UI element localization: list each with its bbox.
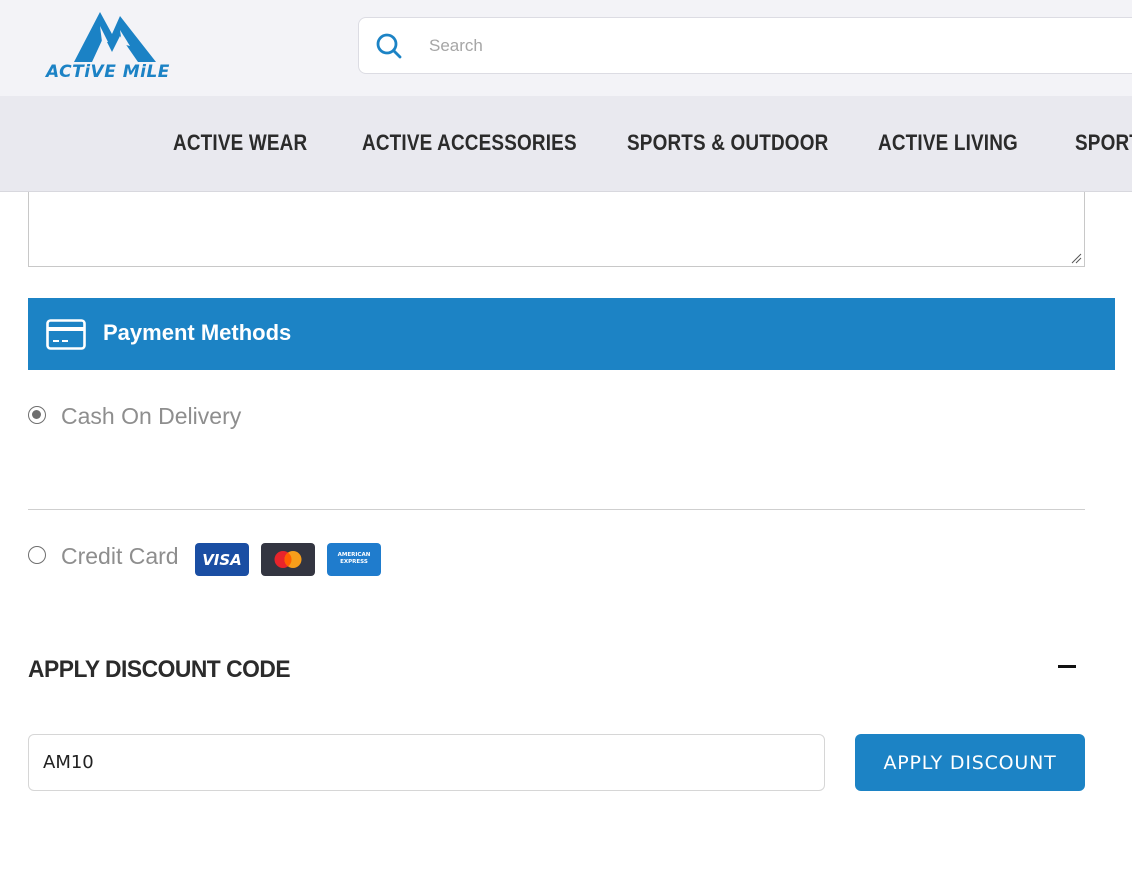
order-notes-textarea[interactable] [28, 192, 1085, 267]
nav-item-sports-outdoor[interactable]: SPORTS & OUTDOOR [627, 130, 828, 156]
payment-divider [28, 509, 1085, 510]
nav-item-sports[interactable]: SPORTS [1075, 130, 1132, 156]
credit-card-label[interactable]: Credit Card [61, 543, 179, 570]
nav-item-active-wear[interactable]: ACTIVE WEAR [173, 130, 307, 156]
logo-text: ACTiVE MiLE [46, 62, 170, 82]
search-box[interactable] [358, 17, 1132, 74]
payment-methods-title: Payment Methods [103, 320, 292, 345]
site-header: ACTiVE MiLE [0, 0, 1132, 96]
mastercard-icon [261, 543, 315, 576]
cash-on-delivery-radio[interactable] [28, 406, 46, 424]
cash-on-delivery-label[interactable]: Cash On Delivery [61, 403, 241, 430]
credit-card-radio[interactable] [28, 546, 46, 564]
american-express-icon: AMERICAN EXPRESS [327, 543, 381, 576]
main-nav: ACTIVE WEAR ACTIVE ACCESSORIES SPORTS & … [0, 96, 1132, 192]
discount-code-input[interactable] [28, 734, 825, 791]
amex-logo-text: AMERICAN EXPRESS [337, 552, 371, 565]
site-logo[interactable]: ACTiVE MiLE [44, 6, 184, 86]
search-input[interactable] [427, 32, 1027, 60]
visa-logo-text: VISA [202, 551, 242, 569]
search-icon[interactable] [375, 32, 403, 60]
visa-icon: VISA [195, 543, 249, 576]
credit-card-icon [46, 319, 86, 350]
apply-discount-button[interactable]: APPLY DISCOUNT [855, 734, 1085, 791]
nav-item-active-accessories[interactable]: ACTIVE ACCESSORIES [362, 130, 577, 156]
nav-item-active-living[interactable]: ACTIVE LIVING [878, 130, 1018, 156]
discount-section-title: APPLY DISCOUNT CODE [28, 656, 291, 683]
resize-grip-icon[interactable] [1070, 252, 1082, 264]
mountain-logo-icon [74, 12, 156, 62]
minus-icon[interactable] [1055, 658, 1079, 674]
payment-methods-header: Payment Methods [28, 298, 1115, 370]
mastercard-circles-icon [274, 551, 302, 568]
